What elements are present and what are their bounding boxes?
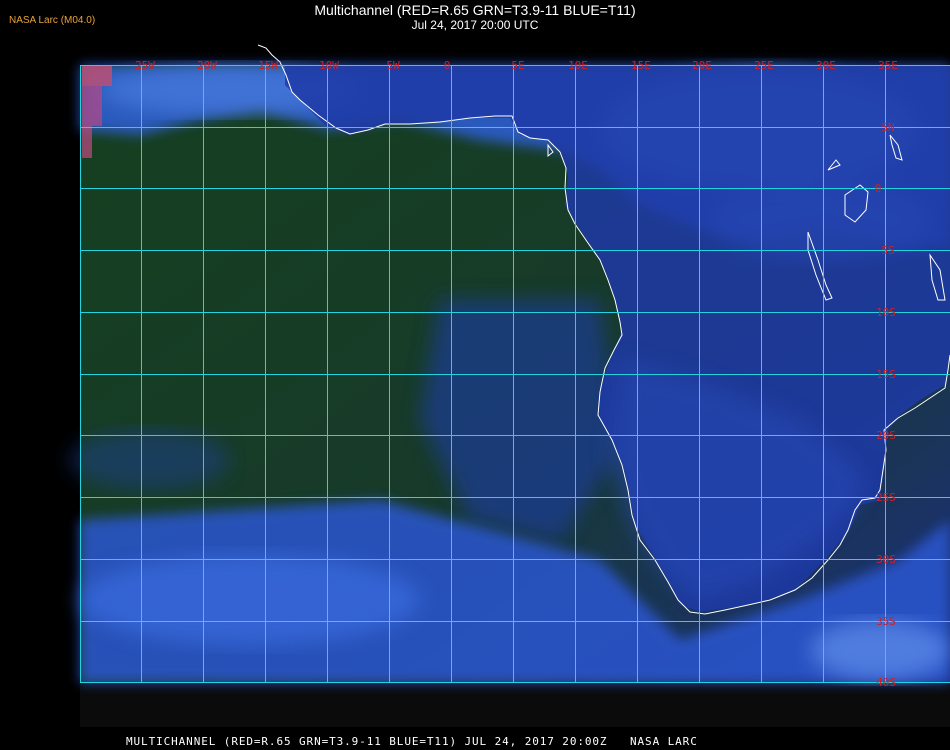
map-lower-band [80,683,950,727]
lon-label: 35E [878,59,898,72]
lat-label: 0 [875,182,882,195]
lon-label: 15E [631,59,651,72]
lat-label: 30S [876,553,896,566]
lat-label: 5N [881,121,894,134]
lon-label: 25W [135,59,155,72]
lon-label: 10W [319,59,339,72]
lon-label: 5W [386,59,400,72]
satellite-map: 25W 20W 15W 10W 5W 0 5E 10E 15E 20E 25E … [70,44,950,727]
lat-label: 10S [876,306,896,319]
lon-label: 15W [258,59,278,72]
lon-label: 0 [444,59,451,72]
lon-label: 10E [568,59,588,72]
footer-caption: MULTICHANNEL (RED=R.65 GRN=T3.9-11 BLUE=… [126,735,698,748]
lon-label: 20E [692,59,712,72]
lat-label: 15S [876,368,896,381]
lat-label: 20S [876,429,896,442]
lon-label: 20W [197,59,217,72]
lat-label: 25S [876,491,896,504]
lon-label: 30E [816,59,836,72]
lat-label: 40S [876,676,896,689]
lat-label: 5S [881,244,894,257]
lon-label: 5E [511,59,524,72]
lat-label: 35S [876,615,896,628]
lon-label: 25E [754,59,774,72]
